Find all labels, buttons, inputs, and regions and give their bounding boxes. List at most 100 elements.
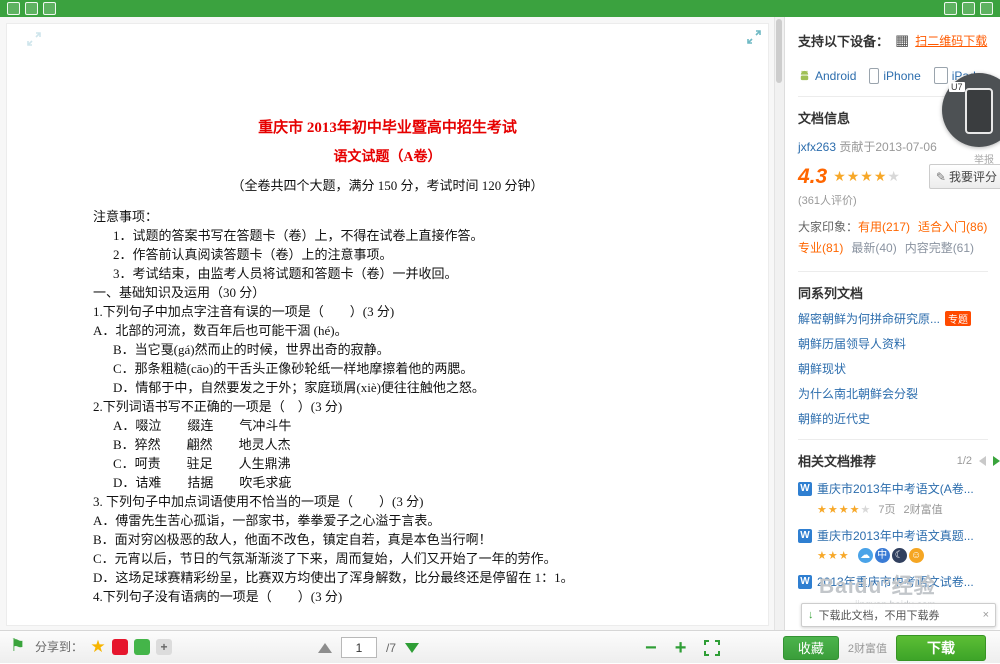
document-viewer: 重庆市 2013年初中毕业暨高中招生考试 语文试题（A卷） （全卷共四个大题，满… [0,17,784,630]
tag-complete[interactable]: 内容完整(61) [905,241,974,255]
report-link[interactable]: 举报 [974,151,994,166]
download-controls: 收藏 2财富值 下载 [783,631,986,664]
close-icon[interactable]: × [983,609,989,621]
scan-qr-download-link[interactable]: 扫二维码下载 [915,32,987,49]
favorite-button[interactable]: 收藏 [783,636,839,660]
expand-corner-icon[interactable] [746,29,762,45]
share-label: 分享到： [35,631,83,663]
series-item: 朝鲜的近代史 [798,410,1000,427]
related-item: W 2013年重庆市中考语文试卷... [798,573,1000,590]
share-wechat-icon[interactable] [134,639,150,655]
next-page-button[interactable] [405,643,419,653]
doc-line: C．呵责 驻足 人生鼎沸 [93,453,750,472]
zhong-icon: 中 [875,548,890,563]
tag-beginner[interactable]: 适合入门(86) [918,220,987,234]
expand-icon[interactable] [980,2,993,15]
doc-line: 2.下列词语书写不正确的一项是（ ）(3 分) [93,396,750,415]
tag-newest[interactable]: 最新(40) [851,241,896,255]
download-icon: ↓ [808,609,814,621]
related-doc-link[interactable]: 重庆市2013年中考语文真题... [817,527,974,544]
share-more-icon[interactable]: + [156,639,172,655]
scrollbar-thumb[interactable] [776,19,782,83]
pencil-icon: ✎ [936,170,946,184]
doc-line: A．北部的河流，数百年后也可能干涸 (hé)。 [93,320,750,339]
page-input[interactable] [341,637,377,658]
impression-label: 大家印象： [798,220,858,234]
sidebar: 支持以下设备： ▦ 扫二维码下载 Android iPhone iPad U7 … [784,17,1000,630]
star-icon: ★★★ [817,550,850,562]
apps-icon[interactable] [25,2,38,15]
home-icon[interactable] [43,2,56,15]
word-doc-icon: W [798,529,812,543]
doc-line: D．这场足球赛精彩纷呈，比赛双方均使出了浑身解数，比分最终还是停留在 1：1。 [93,567,750,586]
share-weibo-icon[interactable] [112,639,128,655]
bookmark-icon[interactable]: ⚑ [10,636,25,656]
iphone-label: iPhone [883,69,920,83]
exam-title: 重庆市 2013年初中毕业暨高中招生考试 [7,116,768,137]
moon-icon: ☾ [892,548,907,563]
related-next-icon[interactable] [993,456,1000,466]
half-star-icon: ★ [887,168,901,184]
iphone-link[interactable]: iPhone [869,68,920,84]
series-heading: 同系列文档 [798,283,1000,302]
topbar-left-icons [7,2,56,15]
impression-tags: 大家印象：有用(217) 适合入门(86) 专业(81) 最新(40) 内容完整(61) [798,217,1000,259]
series-link[interactable]: 为什么南北朝鲜会分裂 [798,385,918,402]
android-label: Android [815,69,856,83]
devices-section: 支持以下设备： ▦ 扫二维码下载 [798,31,1000,50]
scrollbar[interactable] [774,17,784,630]
series-link[interactable]: 朝鲜历届领导人资料 [798,335,906,352]
doc-line: B．猝然 翩然 地灵人杰 [93,434,750,453]
doc-line: 1.下列句子中加点字注音有误的一项是（ ）(3 分) [93,301,750,320]
series-item: 朝鲜历届领导人资料 [798,335,1000,352]
fullscreen-icon[interactable] [704,640,720,656]
contributor-link[interactable]: jxfx263 [798,140,836,154]
doc-line: A．啜泣 缀连 气冲斗牛 [93,415,750,434]
menu-icon[interactable] [7,2,20,15]
zoom-out-button[interactable]: − [645,638,657,658]
divider [798,271,988,272]
rate-button-label: 我要评分 [949,168,997,185]
download-button[interactable]: 下载 [896,635,986,661]
doc-line: 1．试题的答案书写在答题卡（卷）上，不得在试卷上直接作答。 [93,225,750,244]
phone-icon [965,88,993,134]
star-icon: ★ [860,504,870,516]
tag-professional[interactable]: 专业(81) [798,241,843,255]
tag-useful[interactable]: 有用(217) [858,220,910,234]
star-icon: ★★★★ [817,504,860,516]
doc-line: 3. 下列句子中加点词语使用不恰当的一项是（ ）(3 分) [93,491,750,510]
doc-line: B．面对穷凶极恶的敌人，他面不改色，镇定自若，真是本色当行啊！ [93,529,750,548]
top-toolbar [0,0,1000,17]
related-doc-pages: 7页 [878,501,895,517]
zoom-in-button[interactable]: + [675,638,687,658]
minimize-icon[interactable] [962,2,975,15]
bottom-toolbar: ⚑ 分享到： ★ + /7 − + 收藏 2财富值 下载 [0,630,1000,663]
doc-line: 2．作答前认真阅读答题卡（卷）上的注意事项。 [93,244,750,263]
page-total: /7 [386,641,396,655]
expand-corner-icon[interactable] [26,31,42,47]
doc-line: D．情郁于中，自然要发之于外；家庭琐屑(xiè)便往往触他之怒。 [93,377,750,396]
prev-page-button[interactable] [318,643,332,653]
related-doc-link[interactable]: 重庆市2013年中考语文(A卷... [817,480,974,497]
qr-code-icon: ▦ [895,33,909,48]
devices-heading: 支持以下设备： [798,31,889,50]
settings-icon[interactable] [944,2,957,15]
series-link[interactable]: 朝鲜的近代史 [798,410,870,427]
series-link[interactable]: 朝鲜现状 [798,360,846,377]
related-heading-row: 相关文档推荐 1/2 [798,451,1000,470]
word-doc-icon: W [798,482,812,496]
topic-badge: 专题 [945,311,971,326]
doc-line: B．当它戛(gá)然而止的时候，世界出奇的寂静。 [93,339,750,358]
share-favorite-icon[interactable]: ★ [90,639,106,655]
android-link[interactable]: Android [798,69,856,83]
doc-line: 3．考试结束，由监考人员将试题和答题卡（卷）一并收回。 [93,263,750,282]
related-doc-link[interactable]: 2013年重庆市中考语文试卷... [817,573,974,590]
related-prev-icon[interactable] [979,456,986,466]
series-link[interactable]: 解密朝鲜为何拼命研究原... [798,310,940,327]
related-heading: 相关文档推荐 [798,451,876,470]
cloud-icon: ☁ [858,548,873,563]
android-icon [798,69,811,82]
rate-button[interactable]: ✎ 我要评分 [929,164,1000,189]
doc-line: 4.下列句子没有语病的一项是（ ）(3 分) [93,586,750,605]
topbar-right-icons [944,2,993,15]
